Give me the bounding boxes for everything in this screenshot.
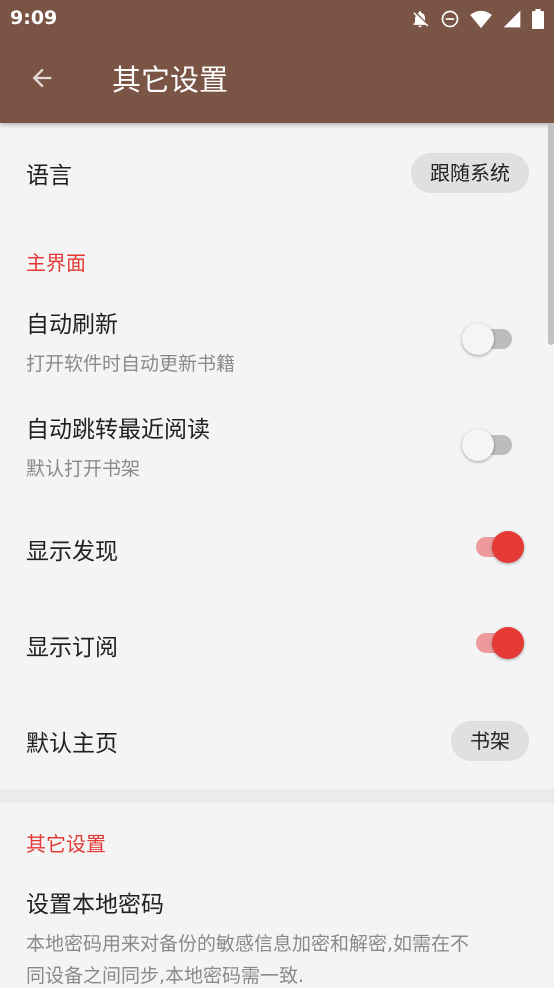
status-bar: 9:09 <box>0 0 554 38</box>
do-not-disturb-icon <box>440 9 460 29</box>
page-title: 其它设置 <box>112 63 229 97</box>
auto-refresh-summary: 打开软件时自动更新书籍 <box>26 353 236 375</box>
wifi-icon <box>470 9 492 29</box>
auto-jump-recent-switch[interactable] <box>462 425 526 465</box>
app-bar: 其它设置 <box>0 38 554 123</box>
show-subscription-label: 显示订阅 <box>26 635 118 661</box>
auto-refresh-switch[interactable] <box>462 319 526 359</box>
auto-jump-recent-summary: 默认打开书架 <box>26 458 141 480</box>
other-category-header: 其它设置 <box>26 832 106 856</box>
settings-list: 语言 跟随系统 主界面 自动刷新 打开软件时自动更新书籍 自动跳转最近阅读 默认… <box>0 123 554 987</box>
language-label: 语言 <box>26 163 72 189</box>
switch-thumb <box>462 323 494 355</box>
show-discovery-switch[interactable] <box>462 527 526 567</box>
local-password-label: 设置本地密码 <box>26 892 164 918</box>
language-setting[interactable]: 语言 跟随系统 <box>0 123 554 223</box>
switch-thumb <box>492 627 524 659</box>
auto-jump-recent-setting[interactable]: 自动跳转最近阅读 默认打开书架 <box>0 393 554 497</box>
show-discovery-label: 显示发现 <box>26 539 118 565</box>
switch-thumb <box>492 531 524 563</box>
switch-thumb <box>462 429 494 461</box>
signal-icon <box>502 9 522 29</box>
show-subscription-setting[interactable]: 显示订阅 <box>0 595 554 691</box>
battery-icon <box>532 9 544 29</box>
auto-refresh-label: 自动刷新 <box>26 312 118 338</box>
status-time: 9:09 <box>10 7 58 29</box>
language-value-chip[interactable]: 跟随系统 <box>411 153 529 193</box>
notifications-off-icon <box>410 9 430 29</box>
arrow-back-icon <box>28 64 56 96</box>
default-home-setting[interactable]: 默认主页 书架 <box>0 691 554 789</box>
back-button[interactable] <box>22 60 62 100</box>
show-subscription-switch[interactable] <box>462 623 526 663</box>
default-home-value-chip[interactable]: 书架 <box>451 721 529 761</box>
default-home-label: 默认主页 <box>26 731 118 757</box>
section-divider <box>0 789 554 803</box>
main-ui-category-header: 主界面 <box>26 251 86 275</box>
local-password-summary-line1: 本地密码用来对备份的敏感信息加密和解密,如需在不 <box>26 933 470 955</box>
status-icons <box>410 8 544 30</box>
local-password-setting[interactable]: 设置本地密码 本地密码用来对备份的敏感信息加密和解密,如需在不 同设备之间同步,… <box>0 867 554 987</box>
local-password-summary-line2: 同设备之间同步,本地密码需一致. <box>26 965 305 987</box>
show-discovery-setting[interactable]: 显示发现 <box>0 499 554 595</box>
auto-refresh-setting[interactable]: 自动刷新 打开软件时自动更新书籍 <box>0 286 554 390</box>
auto-jump-recent-label: 自动跳转最近阅读 <box>26 417 210 443</box>
